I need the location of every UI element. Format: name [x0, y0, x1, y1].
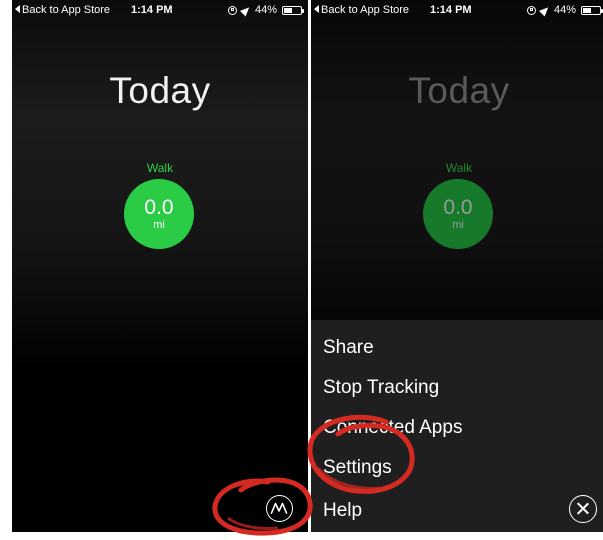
status-icons: 44% — [227, 3, 304, 17]
menu-button[interactable] — [266, 495, 293, 522]
moves-logo-icon — [270, 502, 288, 514]
page-title: Today — [408, 70, 510, 111]
activity-label: Walk — [146, 161, 174, 175]
walk-activity-circle[interactable]: 0.0 mi — [124, 179, 194, 249]
menu-panel: Share Stop Tracking Connected Apps Setti… — [311, 320, 603, 532]
status-time: 1:14 PM — [430, 4, 472, 16]
activity-unit: mi — [452, 219, 464, 231]
menu-item-connected-apps[interactable]: Connected Apps — [323, 417, 462, 439]
close-menu-button[interactable] — [569, 495, 597, 523]
battery-icon — [581, 5, 603, 15]
battery-percent: 44% — [553, 4, 576, 16]
battery-icon — [282, 5, 304, 15]
back-arrow-icon — [314, 5, 319, 13]
menu-item-help[interactable]: Help — [323, 500, 362, 522]
status-bar: Back to App Store 1:14 PM 44% — [311, 0, 603, 20]
walk-activity-circle[interactable]: 0.0 mi — [423, 179, 493, 249]
right-phone-screen: Back to App Store 1:14 PM 44% Today Walk… — [311, 0, 603, 532]
back-label: Back to App Store — [321, 4, 410, 16]
menu-item-share[interactable]: Share — [323, 337, 374, 359]
back-to-app-store-link[interactable]: Back to App Store — [314, 4, 409, 16]
activity-value: 0.0 — [144, 196, 174, 219]
rotation-lock-icon — [526, 5, 536, 15]
location-arrow-icon — [538, 3, 551, 17]
activity-value: 0.0 — [443, 196, 473, 219]
activity-unit: mi — [153, 219, 165, 231]
status-icons: 44% — [526, 3, 603, 17]
status-bar: Back to App Store 1:14 PM 44% — [12, 0, 308, 20]
back-to-app-store-link[interactable]: Back to App Store — [15, 4, 110, 16]
rotation-lock-icon — [227, 5, 237, 15]
battery-percent: 44% — [254, 4, 277, 16]
back-arrow-icon — [15, 5, 20, 13]
left-phone-screen: Back to App Store 1:14 PM 44% Today Walk… — [12, 0, 308, 532]
location-arrow-icon — [239, 3, 252, 17]
activity-label: Walk — [445, 161, 473, 175]
menu-item-settings[interactable]: Settings — [323, 457, 392, 479]
status-time: 1:14 PM — [131, 4, 173, 16]
page-title: Today — [109, 70, 211, 111]
menu-item-stop-tracking[interactable]: Stop Tracking — [323, 377, 439, 399]
back-label: Back to App Store — [22, 4, 111, 16]
